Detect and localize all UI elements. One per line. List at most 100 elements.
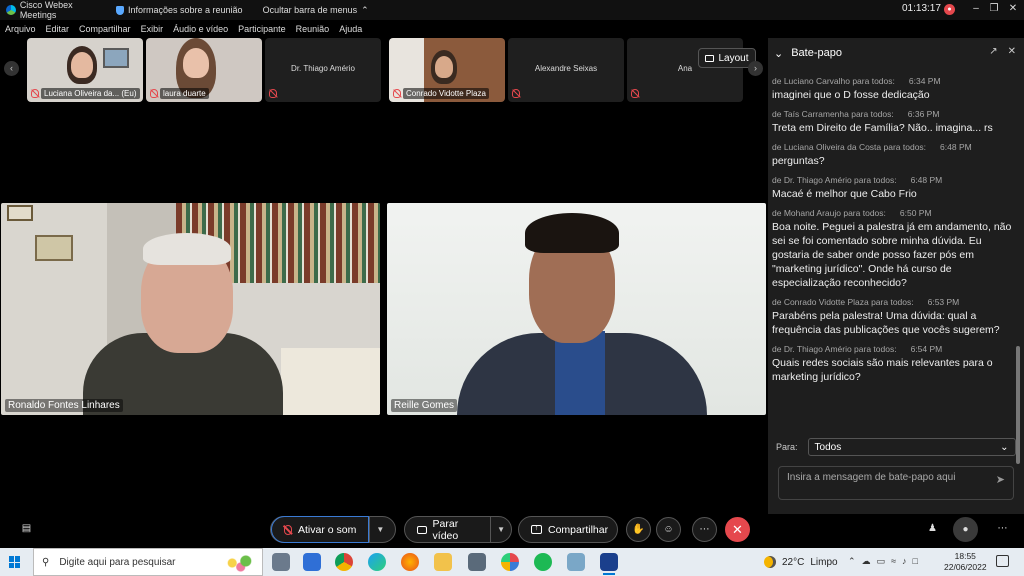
- spotify-icon[interactable]: [534, 553, 552, 571]
- video-camera-icon: [417, 525, 427, 534]
- recipient-select[interactable]: Todos ⌄: [807, 438, 1016, 456]
- chat-input-placeholder: Insira a mensagem de bate-papo aqui: [787, 472, 956, 483]
- webex-meeting-active-icon[interactable]: [600, 553, 618, 575]
- muted-mic-icon: [31, 89, 39, 98]
- menu-item-participante[interactable]: Participante: [238, 24, 286, 34]
- app-title: Cisco Webex Meetings: [0, 0, 110, 20]
- chevron-up-icon: ⌃: [361, 4, 369, 15]
- windows-start-icon[interactable]: [9, 556, 21, 568]
- close-window-button[interactable]: ✕: [1005, 2, 1021, 16]
- video-ronaldo[interactable]: Ronaldo Fontes Linhares: [1, 203, 380, 415]
- thumbnail-thiago[interactable]: Dr. Thiago Amério: [265, 38, 381, 102]
- next-thumbnails-button[interactable]: ›: [748, 61, 763, 76]
- app-name: Cisco Webex Meetings: [19, 0, 73, 20]
- video-reille[interactable]: Reille Gomes: [387, 203, 766, 415]
- thumbnail-laura[interactable]: laura duarte: [146, 38, 262, 102]
- calculator-icon[interactable]: [468, 553, 486, 571]
- webex-window: Cisco Webex Meetings Informações sobre a…: [0, 0, 1024, 576]
- volume-icon[interactable]: ♪: [902, 556, 907, 567]
- share-segment: ↑ Compartilhar: [519, 517, 620, 542]
- chat-message: de Mohand Araujo para todos: 6:50 PM Boa …: [772, 208, 1012, 290]
- unmute-label: Ativar o som: [298, 523, 357, 536]
- thumbnail-name: Conrado Vidotte Plaza: [403, 88, 489, 99]
- meeting-timer: 01:13:17: [902, 3, 941, 14]
- prev-thumbnails-button[interactable]: ‹: [4, 61, 19, 76]
- paint-icon[interactable]: [501, 553, 519, 571]
- muted-mic-icon: [269, 89, 277, 98]
- participant-hair: [143, 233, 231, 265]
- captions-icon[interactable]: ▤: [14, 517, 39, 542]
- chat-toggle-icon[interactable]: ●: [953, 517, 978, 542]
- taskbar-clock[interactable]: 18:55 22/06/2022: [944, 551, 987, 573]
- layout-button[interactable]: Layout: [698, 48, 756, 68]
- message-sender: de Mohand Araujo para todos:: [772, 208, 886, 218]
- more-options-icon[interactable]: ⋯: [692, 517, 717, 542]
- muted-mic-icon: [284, 524, 292, 535]
- unmute-button[interactable]: Ativar o som: [271, 516, 370, 543]
- chat-scrollbar[interactable]: [1016, 346, 1020, 464]
- share-button[interactable]: ↑ Compartilhar: [518, 516, 618, 543]
- settings-app-icon[interactable]: [272, 553, 290, 571]
- chat-message-input[interactable]: Insira a mensagem de bate-papo aqui ➤: [778, 466, 1014, 500]
- notification-icon[interactable]: 1: [996, 555, 1009, 567]
- send-icon[interactable]: ➤: [996, 473, 1005, 486]
- wifi-icon[interactable]: ≈: [891, 556, 896, 567]
- reactions-icon[interactable]: ☺: [656, 517, 681, 542]
- close-chat-icon[interactable]: ✕: [1008, 46, 1016, 57]
- unmute-control: Ativar o som ▼: [270, 516, 396, 543]
- wall-frame: [7, 205, 33, 221]
- message-text: Boa noite. Peguei a palestra já em andam…: [772, 221, 1012, 289]
- audio-options-chevron-icon[interactable]: ▼: [369, 517, 390, 542]
- menu-item-arquivo[interactable]: Arquivo: [5, 24, 36, 34]
- recipient-label: Para:: [776, 442, 798, 452]
- taskbar-search[interactable]: ⚲ Digite aqui para pesquisar: [33, 548, 263, 576]
- menu-item-editar[interactable]: Editar: [46, 24, 70, 34]
- muted-mic-icon: [393, 89, 401, 98]
- webex-app-icon[interactable]: [303, 553, 321, 571]
- chat-header: ⌄ Bate-papo ↗ ✕: [768, 38, 1024, 68]
- participant-face: [71, 52, 93, 78]
- popout-icon[interactable]: ↗: [989, 46, 997, 57]
- meeting-info-button[interactable]: Informações sobre a reunião: [116, 5, 243, 15]
- more-icon[interactable]: ⋯: [990, 517, 1015, 542]
- menu-item-audio-video[interactable]: Áudio e vídeo: [173, 24, 228, 34]
- thumbnail-luciana[interactable]: Luciana Oliveira da... (Eu): [27, 38, 143, 102]
- chevron-up-icon[interactable]: ⌃: [848, 556, 856, 567]
- file-explorer-icon[interactable]: [434, 553, 452, 571]
- edge-icon[interactable]: [368, 553, 386, 571]
- menu-item-compartilhar[interactable]: Compartilhar: [79, 24, 131, 34]
- thumbnail-alexandre[interactable]: Alexandre Seixas: [508, 38, 624, 102]
- desk-papers: [281, 348, 380, 415]
- menu-item-exibir[interactable]: Exibir: [141, 24, 164, 34]
- windows-taskbar: ⚲ Digite aqui para pesquisar 22°C Limpo …: [0, 548, 1024, 576]
- message-sender: de Luciana Oliveira da Costa para todos:: [772, 142, 927, 152]
- minimize-button[interactable]: –: [968, 2, 984, 16]
- raise-hand-icon[interactable]: ✋: [626, 517, 651, 542]
- weather-widget[interactable]: 22°C Limpo: [764, 548, 838, 576]
- chevron-down-icon[interactable]: ⌄: [774, 47, 783, 60]
- chrome-icon[interactable]: [335, 553, 353, 571]
- app-icon[interactable]: [567, 553, 585, 571]
- weather-icon: [764, 556, 776, 568]
- chat-message: de Dr. Thiago Amério para todos: 6:48 PM …: [772, 175, 1012, 201]
- thumbnail-conrado[interactable]: Conrado Vidotte Plaza: [389, 38, 505, 102]
- restore-button[interactable]: ❐: [986, 2, 1002, 16]
- menu-item-ajuda[interactable]: Ajuda: [339, 24, 362, 34]
- hide-menu-button[interactable]: Ocultar barra de menus ⌃: [263, 5, 369, 16]
- network-icon[interactable]: ☁: [862, 556, 871, 567]
- end-meeting-button[interactable]: ✕: [725, 517, 750, 542]
- firefox-icon[interactable]: [401, 553, 419, 571]
- message-time: 6:48 PM: [940, 142, 972, 152]
- message-text: imaginei que o D fosse dedicação: [772, 89, 930, 101]
- participants-icon[interactable]: ♟: [920, 517, 945, 542]
- recording-icon[interactable]: ●: [944, 4, 955, 15]
- message-time: 6:54 PM: [910, 344, 943, 354]
- message-time: 6:36 PM: [907, 109, 940, 119]
- video-options-chevron-icon[interactable]: ▼: [490, 517, 511, 542]
- stop-video-button[interactable]: Parar vídeo: [405, 517, 490, 542]
- chat-messages: de Luciano Carvalho para todos: 6:34 PM i…: [772, 76, 1012, 464]
- language-icon[interactable]: □: [913, 556, 918, 567]
- battery-icon[interactable]: ▭: [877, 556, 886, 567]
- share-screen-icon: ↑: [531, 525, 542, 534]
- menu-item-reuniao[interactable]: Reunião: [296, 24, 330, 34]
